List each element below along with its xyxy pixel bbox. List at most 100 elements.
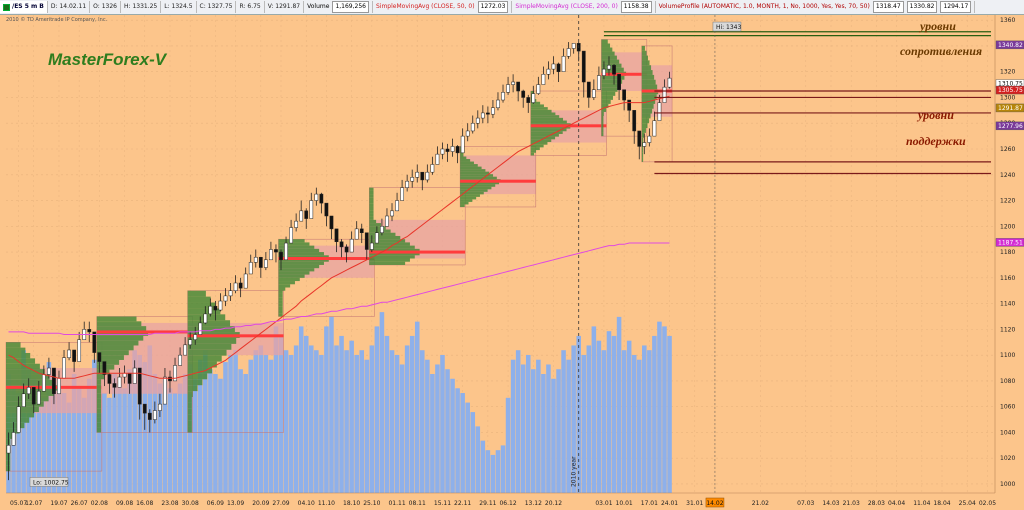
volume-bar [414, 321, 420, 493]
candle-body [531, 93, 536, 103]
profile-histogram-bar [460, 166, 482, 170]
time-tick-label: 24.01 [661, 500, 678, 507]
candle-body [294, 220, 299, 228]
profile-histogram-bar [530, 104, 544, 108]
volume-bar [551, 378, 556, 493]
header-field-close: C: 1327.75 [197, 1, 237, 13]
profile-histogram-bar [278, 242, 310, 246]
profile-histogram-bar [187, 426, 192, 433]
indicator-volume[interactable]: Volume 1,169,256 [304, 1, 373, 13]
candle-body [284, 242, 288, 261]
candle-body [16, 406, 21, 433]
candle-body [72, 349, 76, 362]
profile-histogram-bar [601, 132, 604, 137]
time-tick-label: 07.03 [797, 500, 814, 507]
profile-histogram-bar [96, 316, 137, 322]
profile-histogram-bar [187, 414, 192, 421]
candle-body [667, 77, 672, 88]
volume-bar [596, 340, 602, 493]
indicator-sma50[interactable]: SimpleMovingAvg (CLOSE, 50, 0) 1272.03 [373, 1, 513, 13]
candle-body [627, 99, 632, 111]
candle-body [657, 102, 662, 121]
candle-body [480, 112, 485, 119]
volume-bar [626, 340, 632, 493]
time-tick-label: 21.03 [843, 500, 860, 507]
profile-histogram-bar [460, 156, 467, 160]
time-tick-label: 18.04 [933, 500, 950, 507]
indicator-sma200[interactable]: SimpleMovingAvg (CLOSE, 200, 0) 1158.38 [512, 1, 656, 13]
candle-body [405, 180, 410, 188]
price-tick-label: 1300 [1000, 94, 1015, 101]
candle-body [430, 164, 435, 173]
volume-bar [283, 350, 289, 493]
symbol-selector[interactable]: /ES 5 m B [0, 1, 48, 13]
candle-body [188, 339, 193, 346]
symbol-label: /ES 5 m B [12, 3, 44, 10]
lo-label: Lo: 1002.75 [33, 479, 69, 486]
profile-histogram-bar [641, 45, 645, 51]
candle-body [213, 305, 218, 311]
candle-body [339, 241, 344, 248]
indicator-volume-profile[interactable]: VolumeProfile (AUTOMATIC, 1.0, MONTH, 1,… [656, 1, 976, 13]
candle-body [57, 378, 61, 395]
candle-body [26, 387, 31, 395]
volume-bar [601, 350, 607, 493]
profile-histogram-bar [369, 194, 374, 198]
candle-body [87, 329, 92, 333]
candle-body [102, 361, 107, 375]
profile-histogram-bar [460, 186, 492, 190]
candle-body [178, 354, 182, 366]
volume-bar [636, 359, 642, 493]
indicator-label: VolumeProfile (AUTOMATIC, 1.0, MONTH, 1,… [658, 3, 870, 10]
indicator-value: 1330.82 [906, 1, 938, 13]
volume-bar [309, 345, 314, 493]
volume-bar [278, 335, 284, 493]
volume-bar [263, 354, 269, 493]
volume-bar [409, 335, 415, 493]
indicator-value: 1272.03 [477, 1, 509, 13]
profile-histogram-bar [187, 290, 206, 297]
volume-bar [465, 402, 470, 493]
profile-histogram-bar [369, 190, 374, 195]
volume-bar [359, 350, 365, 493]
volume-bar [657, 321, 662, 493]
price-tick-label: 1120 [1000, 326, 1015, 333]
profile-histogram-bar [369, 232, 396, 236]
profile-histogram-bar [6, 438, 11, 445]
profile-histogram-bar [278, 303, 283, 307]
candle-body [561, 55, 566, 72]
volume-bar [102, 393, 107, 493]
profile-histogram-bar [96, 340, 139, 346]
price-tick-label: 1320 [1000, 69, 1015, 76]
profile-histogram-bar [601, 91, 616, 96]
year-label: 2010 year [571, 456, 578, 487]
volume-bar [223, 362, 228, 493]
candle-body [253, 256, 258, 263]
profile-histogram-bar [460, 199, 473, 202]
profile-histogram-bar [460, 164, 478, 167]
volume-bar [581, 354, 587, 493]
profile-histogram-bar [6, 422, 25, 429]
time-tick-label: 02.05 [979, 500, 996, 507]
volume-bar [379, 312, 385, 493]
price-chart[interactable]: 2010 year Hi: 1343 Lo: 1002.75 1000 1020 104… [0, 15, 1024, 510]
profile-histogram-bar [460, 184, 496, 187]
profile-histogram-bar [530, 152, 535, 156]
candle-body [21, 393, 26, 407]
candle-body [501, 92, 505, 101]
profile-histogram-bar [460, 189, 488, 192]
volume-bar [606, 331, 612, 493]
candle-body [556, 63, 561, 72]
time-tick-label: 14.03 [822, 500, 839, 507]
profile-histogram-bar [96, 321, 142, 327]
volume-bar [394, 354, 400, 493]
candle-body [369, 242, 374, 250]
candle-body [364, 232, 369, 250]
candle-body [642, 142, 647, 147]
profile-histogram-bar [278, 310, 283, 314]
chart-header-bar: /ES 5 m B D: 14.02.11 O: 1326 H: 1331.25… [0, 0, 1024, 15]
candle-body [475, 117, 480, 124]
time-tick-label: 02.08 [91, 500, 108, 507]
profile-histogram-bar [187, 391, 193, 398]
profile-histogram-bar [460, 161, 474, 165]
